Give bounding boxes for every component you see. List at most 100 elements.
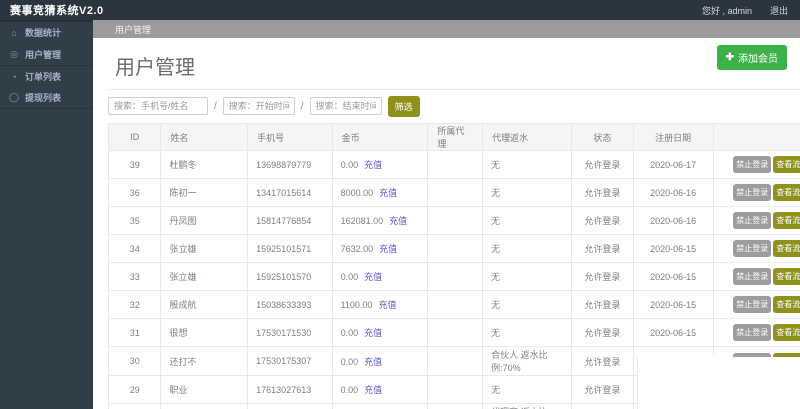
cell-date: 2020-06-15 bbox=[633, 263, 713, 291]
cell-actions: 禁止登录查看流水修改密码编辑删除站内消息发送 bbox=[713, 151, 800, 179]
action-button-禁止登录[interactable]: 禁止登录 bbox=[733, 296, 771, 313]
cell-name: 殷成航 bbox=[161, 291, 248, 319]
cell-rebate: 无 bbox=[483, 207, 572, 235]
gold-value: 0.00 bbox=[341, 272, 359, 282]
cell-gold: 0.00 充值 bbox=[332, 151, 428, 179]
cell-phone: 15038633393 bbox=[248, 291, 332, 319]
cell-rebate: 无 bbox=[483, 376, 572, 404]
column-header: ID bbox=[109, 124, 161, 151]
cell-phone: 13417015614 bbox=[248, 179, 332, 207]
cell-rebate: 无 bbox=[483, 151, 572, 179]
column-header: 状态 bbox=[572, 124, 634, 151]
cell-status: 允许登录 bbox=[572, 319, 634, 347]
cell-phone: 17613027613 bbox=[248, 376, 332, 404]
sidebar-item-订单列表[interactable]: ◔订单列表 bbox=[0, 65, 93, 87]
cell-name: 张立雄 bbox=[161, 235, 248, 263]
action-button-禁止登录[interactable]: 禁止登录 bbox=[733, 212, 771, 229]
add-member-label: 添加会员 bbox=[738, 50, 778, 65]
action-button-查看流水[interactable]: 查看流水 bbox=[773, 296, 800, 313]
table-row: 33张立雄159251015700.00充值无允许登录2020-06-15禁止登… bbox=[109, 263, 800, 291]
column-header: 手机号 bbox=[248, 124, 332, 151]
action-button-禁止登录[interactable]: 禁止登录 bbox=[733, 240, 771, 257]
home-icon: ⌂ bbox=[9, 28, 19, 38]
cell-agent bbox=[428, 404, 483, 409]
cell-phone: 15925101570 bbox=[248, 263, 332, 291]
sidebar-item-label: 提现列表 bbox=[25, 91, 61, 104]
cell-date: 2020-06-17 bbox=[633, 151, 713, 179]
action-button-禁止登录[interactable]: 禁止登录 bbox=[733, 156, 771, 173]
table-row: 39杜鹏冬136988797790.00充值无允许登录2020-06-17禁止登… bbox=[109, 151, 800, 179]
sidebar-item-数据统计[interactable]: ⌂数据统计 bbox=[0, 21, 93, 43]
cell-name: 还打不 bbox=[161, 347, 248, 376]
plus-icon: ✚ bbox=[726, 52, 734, 63]
cell-id: 33 bbox=[109, 263, 161, 291]
recharge-link[interactable]: 充值 bbox=[389, 216, 407, 226]
cell-status: 允许登录 bbox=[572, 291, 634, 319]
cell-id: 34 bbox=[109, 235, 161, 263]
cell-actions: 禁止登录查看流水修改密码编辑删除站内消息发送 bbox=[713, 263, 800, 291]
add-member-button[interactable]: ✚ 添加会员 bbox=[717, 45, 787, 70]
recharge-link[interactable]: 充值 bbox=[379, 244, 397, 254]
action-button-禁止登录[interactable]: 禁止登录 bbox=[733, 324, 771, 341]
action-button-查看流水[interactable]: 查看流水 bbox=[773, 156, 800, 173]
cell-agent bbox=[428, 291, 483, 319]
cell-id: 29 bbox=[109, 376, 161, 404]
cell-name: 职业 bbox=[161, 376, 248, 404]
logout-link[interactable]: 退出 bbox=[770, 4, 788, 17]
clock-icon: ◔ bbox=[9, 72, 19, 82]
cell-date: 2020-06-15 bbox=[633, 235, 713, 263]
cell-phone: 13698879779 bbox=[248, 151, 332, 179]
cell-date: 2020-06-16 bbox=[633, 179, 713, 207]
cell-name: 很想 bbox=[161, 319, 248, 347]
cell-status: 允许登录 bbox=[572, 404, 634, 409]
recharge-link[interactable]: 充值 bbox=[364, 272, 382, 282]
recharge-link[interactable]: 充值 bbox=[364, 385, 382, 395]
action-button-查看流水[interactable]: 查看流水 bbox=[773, 268, 800, 285]
search-start-time-input[interactable] bbox=[223, 97, 295, 115]
column-header: 代理返水 bbox=[483, 124, 572, 151]
action-button-查看流水[interactable]: 查看流水 bbox=[773, 240, 800, 257]
action-button-查看流水[interactable]: 查看流水 bbox=[773, 184, 800, 201]
column-header: 注册日期 bbox=[633, 124, 713, 151]
recharge-link[interactable]: 充值 bbox=[364, 160, 382, 170]
sidebar-item-用户管理[interactable]: ◎用户管理 bbox=[0, 43, 93, 65]
action-button-查看流水[interactable]: 查看流水 bbox=[773, 324, 800, 341]
cell-id: 39 bbox=[109, 151, 161, 179]
search-bar: / / 筛选 bbox=[108, 97, 800, 115]
recharge-link[interactable]: 充值 bbox=[364, 357, 382, 367]
column-header: 姓名 bbox=[161, 124, 248, 151]
column-header: 金币 bbox=[332, 124, 428, 151]
action-button-禁止登录[interactable]: 禁止登录 bbox=[733, 268, 771, 285]
separator: / bbox=[214, 101, 217, 112]
cell-id: 31 bbox=[109, 319, 161, 347]
cell-date: 2020-06-15 bbox=[633, 291, 713, 319]
cell-id: 30 bbox=[109, 347, 161, 376]
action-button-禁止登录[interactable]: 禁止登录 bbox=[733, 184, 771, 201]
gold-value: 0.00 bbox=[341, 328, 359, 338]
cell-id: 36 bbox=[109, 179, 161, 207]
recharge-link[interactable]: 充值 bbox=[378, 300, 396, 310]
search-end-time-input[interactable] bbox=[310, 97, 382, 115]
cell-phone: 15814776854 bbox=[248, 207, 332, 235]
sidebar-item-提现列表[interactable]: ◯提现列表 bbox=[0, 87, 93, 109]
filter-button[interactable]: 筛选 bbox=[388, 96, 420, 117]
cell-status: 允许登录 bbox=[572, 179, 634, 207]
cell-gold: 0.00充值 bbox=[332, 404, 428, 409]
cell-actions: 禁止登录查看流水修改密码编辑删除站内消息发送 bbox=[713, 179, 800, 207]
cell-gold: 8000.00充值 bbox=[332, 179, 428, 207]
cell-gold: 7632.00 充值 bbox=[332, 235, 428, 263]
user-icon: ◎ bbox=[9, 49, 19, 60]
search-phone-name-input[interactable] bbox=[108, 97, 208, 115]
action-button-查看流水[interactable]: 查看流水 bbox=[773, 212, 800, 229]
cell-actions: 禁止登录查看流水修改密码编辑删除站内消息发送 bbox=[713, 207, 800, 235]
recharge-link[interactable]: 充值 bbox=[379, 188, 397, 198]
gold-value: 7632.00 bbox=[341, 244, 374, 254]
cell-agent bbox=[428, 319, 483, 347]
cell-agent bbox=[428, 151, 483, 179]
top-bar: 赛事竞猜系统V2.0 您好 , admin 退出 bbox=[0, 0, 800, 20]
gold-value: 0.00 bbox=[341, 160, 359, 170]
column-header: 操作 bbox=[713, 124, 800, 151]
breadcrumb: 用户管理 bbox=[93, 23, 151, 36]
cell-rebate: 无 bbox=[483, 319, 572, 347]
recharge-link[interactable]: 充值 bbox=[364, 328, 382, 338]
